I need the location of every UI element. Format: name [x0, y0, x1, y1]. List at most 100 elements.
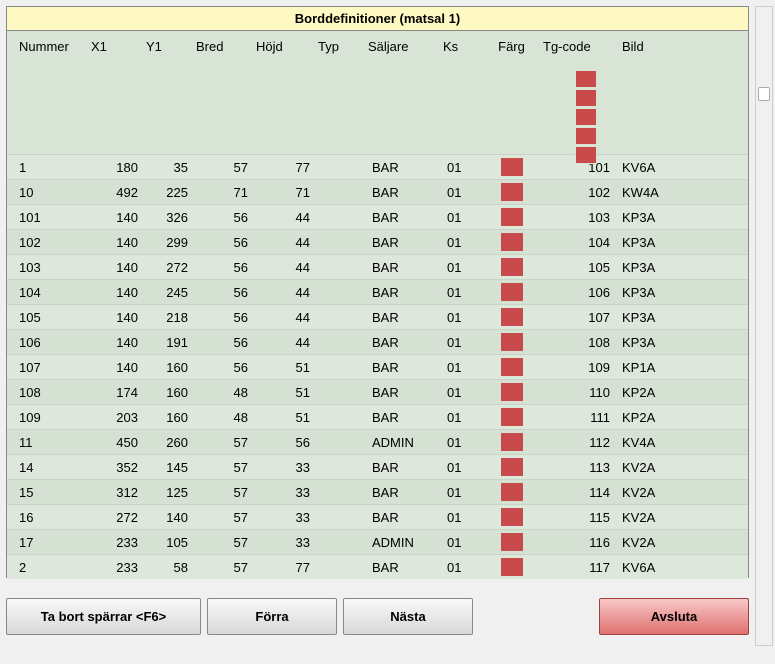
table-header-row: Nummer X1 Y1 Bred Höjd Typ Säljare Ks Fä…	[7, 31, 748, 155]
cell-bild: KP1A	[614, 355, 748, 380]
cell-bred: 57	[192, 505, 252, 530]
col-y1[interactable]: Y1	[142, 31, 192, 155]
cell-bred: 57	[192, 480, 252, 505]
cell-farg	[484, 230, 539, 255]
title-bar: Borddefinitioner (matsal 1)	[7, 7, 748, 31]
cell-bild: KV2A	[614, 505, 748, 530]
color-swatch	[575, 89, 597, 107]
cell-bild: KP3A	[614, 205, 748, 230]
table-row[interactable]: 162721405733BAR01115KV2A	[7, 505, 748, 530]
cell-tgcode: 106	[539, 280, 614, 305]
cell-typ	[314, 330, 364, 355]
cell-bild: KW4A	[614, 180, 748, 205]
cell-ks: 01	[439, 155, 484, 180]
table-row[interactable]: 1041402455644BAR01106KP3A	[7, 280, 748, 305]
col-saljare[interactable]: Säljare	[364, 31, 439, 155]
col-nummer[interactable]: Nummer	[7, 31, 87, 155]
cell-typ	[314, 280, 364, 305]
cell-typ	[314, 255, 364, 280]
col-farg[interactable]: Färg	[484, 31, 539, 155]
table-row[interactable]: 1031402725644BAR01105KP3A	[7, 255, 748, 280]
color-swatch	[501, 158, 523, 176]
cell-x1: 312	[87, 480, 142, 505]
table-row[interactable]: 1021402995644BAR01104KP3A	[7, 230, 748, 255]
cell-typ	[314, 180, 364, 205]
cell-nummer: 10	[7, 180, 87, 205]
table-row[interactable]: 1061401915644BAR01108KP3A	[7, 330, 748, 355]
cell-typ	[314, 305, 364, 330]
cell-hojd: 44	[252, 205, 314, 230]
cell-typ	[314, 430, 364, 455]
cell-y1: 140	[142, 505, 192, 530]
cell-x1: 233	[87, 555, 142, 580]
table-row[interactable]: 104922257171BAR01102KW4A	[7, 180, 748, 205]
cell-nummer: 107	[7, 355, 87, 380]
cell-nummer: 15	[7, 480, 87, 505]
table-row[interactable]: 1081741604851BAR01110KP2A	[7, 380, 748, 405]
color-swatch	[501, 408, 523, 426]
table-row[interactable]: 1071401605651BAR01109KP1A	[7, 355, 748, 380]
table-row[interactable]: 1051402185644BAR01107KP3A	[7, 305, 748, 330]
cell-nummer: 109	[7, 405, 87, 430]
table-row[interactable]: 114502605756ADMIN01112KV4A	[7, 430, 748, 455]
table-row[interactable]: 143521455733BAR01113KV2A	[7, 455, 748, 480]
color-swatch	[501, 233, 523, 251]
cell-nummer: 17	[7, 530, 87, 555]
cell-ks: 01	[439, 405, 484, 430]
cell-bred: 56	[192, 355, 252, 380]
next-button[interactable]: Nästa	[343, 598, 473, 635]
cell-bred: 56	[192, 330, 252, 355]
cell-typ	[314, 480, 364, 505]
cell-y1: 125	[142, 480, 192, 505]
cell-farg	[484, 380, 539, 405]
close-button[interactable]: Avsluta	[599, 598, 749, 635]
col-bred[interactable]: Bred	[192, 31, 252, 155]
cell-y1: 160	[142, 380, 192, 405]
cell-saljare: BAR	[364, 330, 439, 355]
col-bild[interactable]: Bild	[614, 31, 748, 155]
cell-bred: 71	[192, 180, 252, 205]
color-swatch	[501, 533, 523, 551]
prev-button[interactable]: Förra	[207, 598, 337, 635]
cell-bild: KP3A	[614, 330, 748, 355]
cell-bred: 48	[192, 380, 252, 405]
cell-y1: 245	[142, 280, 192, 305]
cell-hojd: 33	[252, 505, 314, 530]
cell-x1: 180	[87, 155, 142, 180]
cell-bild: KV4A	[614, 430, 748, 455]
cell-tgcode: 109	[539, 355, 614, 380]
scroll-thumb[interactable]	[758, 87, 770, 101]
cell-farg	[484, 255, 539, 280]
cell-typ	[314, 230, 364, 255]
table-wrap: Nummer X1 Y1 Bred Höjd Typ Säljare Ks Fä…	[7, 31, 748, 579]
cell-y1: 260	[142, 430, 192, 455]
col-typ[interactable]: Typ	[314, 31, 364, 155]
cell-nummer: 11	[7, 430, 87, 455]
remove-locks-button[interactable]: Ta bort spärrar <F6>	[6, 598, 201, 635]
col-ks[interactable]: Ks	[439, 31, 484, 155]
cell-bred: 56	[192, 230, 252, 255]
table-row[interactable]: 1180355777BAR01101KV6A	[7, 155, 748, 180]
table-row[interactable]: 2233585777BAR01117KV6A	[7, 555, 748, 580]
cell-y1: 218	[142, 305, 192, 330]
cell-bild: KV2A	[614, 530, 748, 555]
button-row: Ta bort spärrar <F6> Förra Nästa Avsluta	[6, 598, 749, 635]
col-hojd[interactable]: Höjd	[252, 31, 314, 155]
cell-saljare: BAR	[364, 480, 439, 505]
cell-y1: 58	[142, 555, 192, 580]
table-row[interactable]: 1011403265644BAR01103KP3A	[7, 205, 748, 230]
cell-hojd: 44	[252, 230, 314, 255]
table-row[interactable]: 1092031604851BAR01111KP2A	[7, 405, 748, 430]
cell-farg	[484, 480, 539, 505]
cell-x1: 140	[87, 280, 142, 305]
cell-farg	[484, 530, 539, 555]
table-row[interactable]: 172331055733ADMIN01116KV2A	[7, 530, 748, 555]
vertical-scrollbar[interactable]	[755, 6, 773, 646]
color-swatch	[501, 558, 523, 576]
cell-nummer: 14	[7, 455, 87, 480]
cell-tgcode: 111	[539, 405, 614, 430]
col-x1[interactable]: X1	[87, 31, 142, 155]
table-row[interactable]: 153121255733BAR01114KV2A	[7, 480, 748, 505]
cell-nummer: 104	[7, 280, 87, 305]
cell-farg	[484, 355, 539, 380]
